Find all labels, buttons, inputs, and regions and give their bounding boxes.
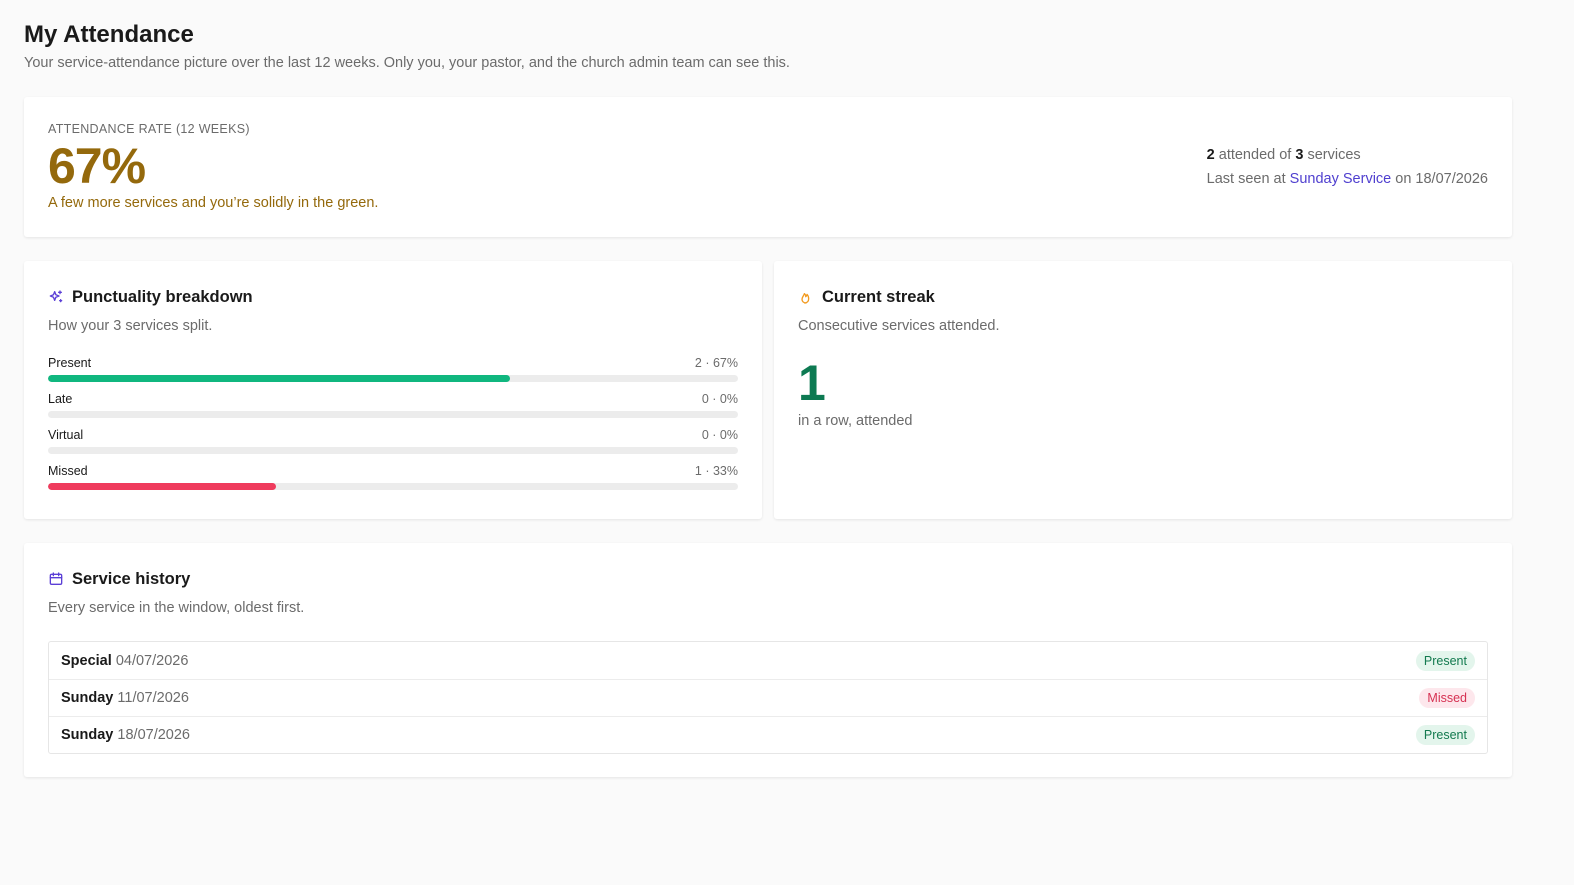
punctuality-header: Punctuality breakdown <box>48 285 738 309</box>
service-date: 11/07/2026 <box>117 690 189 706</box>
bar-value: 2 · 67% <box>694 356 738 370</box>
total-count: 3 <box>1295 147 1304 163</box>
attendance-rate-message: A few more services and you’re solidly i… <box>48 195 379 211</box>
punctuality-bars: Present 2 · 67% Late 0 · 0% Virtual 0 · … <box>48 355 738 499</box>
bar-track <box>48 447 738 454</box>
table-row: Sunday 18/07/2026 Present <box>49 716 1487 753</box>
history-title: Service history <box>72 569 191 588</box>
streak-value: 1 <box>798 355 826 411</box>
streak-description: Consecutive services attended. <box>798 318 1000 334</box>
last-seen-suffix: on 18/07/2026 <box>1395 171 1488 187</box>
attended-text: attended of <box>1218 147 1292 163</box>
bar-label: Missed <box>48 464 88 478</box>
bar-present: Present 2 · 67% <box>48 355 738 391</box>
service-history-card: Service history Every service in the win… <box>24 543 1512 777</box>
streak-card: Current streak Consecutive services atte… <box>774 261 1512 519</box>
status-badge: Present <box>1415 725 1475 745</box>
bar-missed: Missed 1 · 33% <box>48 463 738 499</box>
status-badge: Missed <box>1419 688 1475 708</box>
page-title: My Attendance <box>24 21 194 48</box>
bar-track <box>48 483 738 490</box>
bar-label: Present <box>48 356 92 370</box>
service-type: Sunday <box>61 727 114 743</box>
attendance-page: My Attendance Your service-attendance pi… <box>24 20 1512 777</box>
bar-late: Late 0 · 0% <box>48 391 738 427</box>
streak-label: in a row, attended <box>798 413 913 429</box>
history-header: Service history <box>48 567 1488 591</box>
table-row: Special 04/07/2026 Present <box>49 642 1487 679</box>
sparkles-icon <box>49 290 63 303</box>
bar-value: 1 · 33% <box>694 464 738 478</box>
page-subtitle: Your service-attendance picture over the… <box>24 55 790 71</box>
attendance-rate-label: ATTENDANCE RATE (12 WEEKS) <box>48 122 250 136</box>
punctuality-card: Punctuality breakdown How your 3 service… <box>24 261 762 519</box>
bar-label: Virtual <box>48 428 84 442</box>
history-description: Every service in the window, oldest firs… <box>48 600 305 616</box>
history-table: Special 04/07/2026 Present Sunday 11/07/… <box>48 641 1488 754</box>
bar-label: Late <box>48 392 73 406</box>
table-row: Sunday 11/07/2026 Missed <box>49 679 1487 716</box>
punctuality-title: Punctuality breakdown <box>72 287 253 306</box>
last-seen-prefix: Last seen at <box>1206 171 1286 187</box>
bar-value: 0 · 0% <box>701 428 738 442</box>
total-text: services <box>1307 147 1361 163</box>
streak-title: Current streak <box>822 287 935 306</box>
last-seen-service-link[interactable]: Sunday Service <box>1290 171 1392 187</box>
service-date: 04/07/2026 <box>115 652 189 669</box>
last-seen: Last seen at Sunday Service on 18/07/202… <box>1207 167 1488 191</box>
service-date: 18/07/2026 <box>117 727 190 743</box>
attended-count: 2 <box>1206 147 1215 163</box>
attendance-rate-card: ATTENDANCE RATE (12 WEEKS) 67% A few mor… <box>24 97 1512 237</box>
flame-icon <box>801 293 810 304</box>
calendar-icon <box>49 572 63 585</box>
bar-value: 0 · 0% <box>701 392 738 406</box>
status-badge: Present <box>1415 650 1475 671</box>
bar-fill <box>48 375 511 382</box>
attended-summary: 2 attended of 3 services <box>1207 143 1488 167</box>
service-type: Sunday <box>61 690 114 706</box>
cards-row: Punctuality breakdown How your 3 service… <box>24 261 1512 519</box>
service-type: Special <box>61 652 112 669</box>
bar-virtual: Virtual 0 · 0% <box>48 427 738 463</box>
punctuality-description: How your 3 services split. <box>48 318 213 334</box>
streak-header: Current streak <box>798 285 1488 309</box>
bar-fill <box>48 483 276 490</box>
attendance-summary: 2 attended of 3 services Last seen at Su… <box>1207 143 1488 191</box>
bar-track <box>48 411 738 418</box>
bar-track <box>48 375 738 382</box>
